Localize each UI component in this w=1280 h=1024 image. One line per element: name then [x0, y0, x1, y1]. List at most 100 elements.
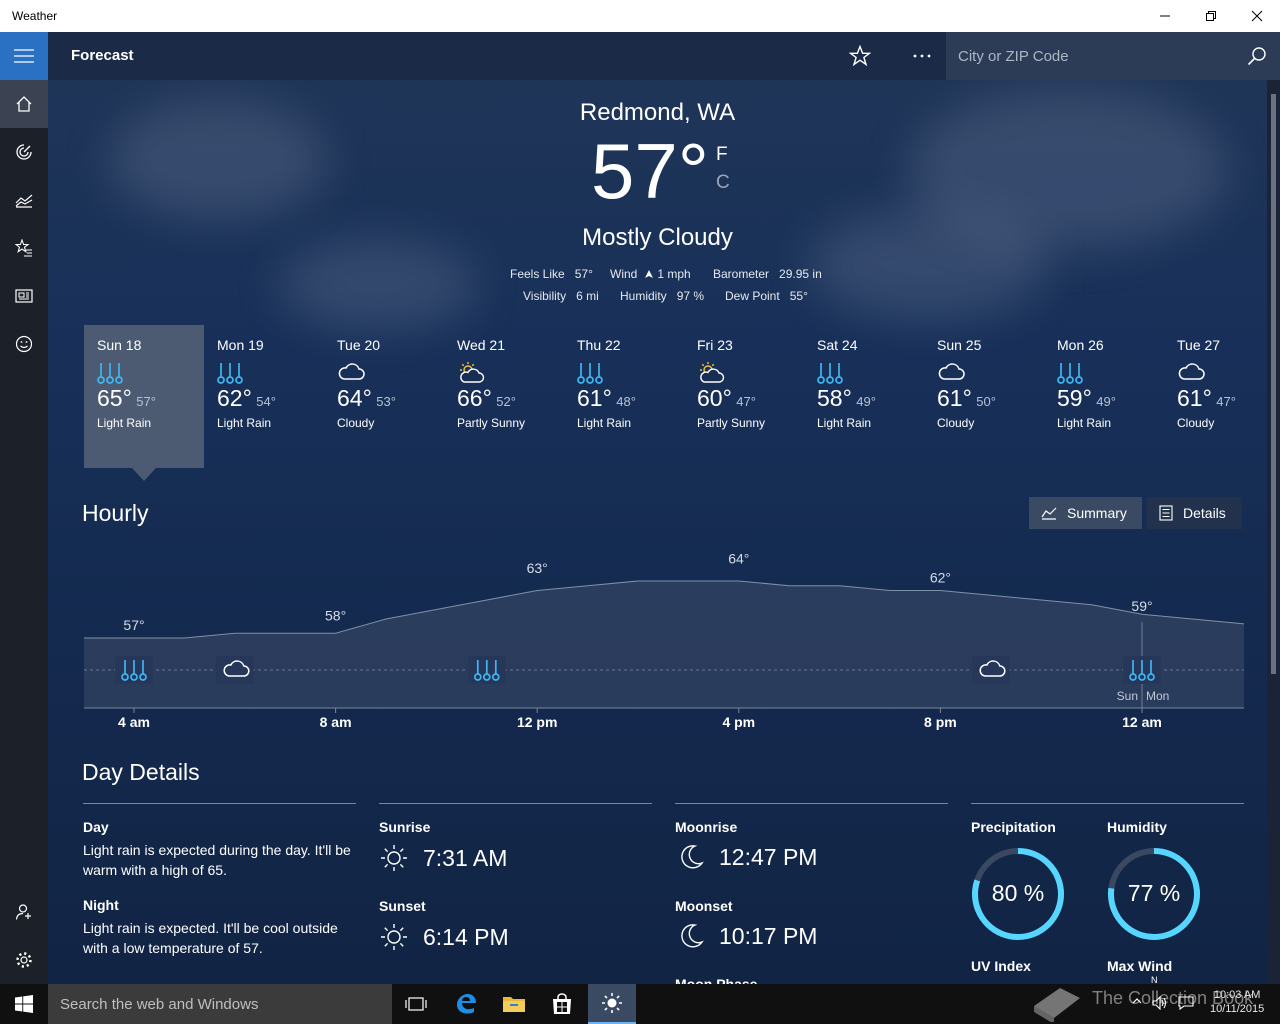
- hamburger-menu-button[interactable]: [0, 32, 48, 80]
- feels-like: Feels Like 57°: [510, 267, 593, 281]
- low-temp: 47°: [1216, 394, 1236, 409]
- day-condition: Light Rain: [1057, 416, 1112, 430]
- time-label: 4 pm: [722, 714, 756, 730]
- taskbar-search-input[interactable]: [48, 984, 392, 1024]
- day-name: Mon 26: [1057, 337, 1104, 353]
- title-bar: Weather: [0, 0, 1280, 32]
- news-icon: [15, 289, 33, 303]
- task-view-button[interactable]: [392, 984, 440, 1024]
- divider: [379, 803, 652, 804]
- store-button[interactable]: [538, 984, 586, 1024]
- rain-icon: [467, 656, 506, 684]
- star-icon: [849, 45, 871, 67]
- day-name: Sun 25: [937, 337, 982, 353]
- rain-icon: [115, 656, 153, 684]
- nav-rail: [0, 32, 48, 984]
- page-title: Forecast: [71, 47, 134, 64]
- day-forecast-4[interactable]: Thu 22 61° 48° Light Rain: [564, 325, 684, 468]
- scrollbar-thumb[interactable]: [1271, 94, 1276, 674]
- low-temp: 50°: [976, 394, 996, 409]
- unit-fahrenheit[interactable]: F: [716, 144, 728, 166]
- day-forecast-9[interactable]: Tue 27 61° 47° Cloudy: [1164, 325, 1267, 468]
- moonset-time: 10:17 PM: [719, 922, 818, 949]
- restore-button[interactable]: [1188, 0, 1234, 32]
- more-icon: [913, 54, 931, 58]
- high-temp: 59°: [1057, 385, 1092, 411]
- sunset: 6:14 PM: [379, 922, 509, 952]
- day-forecast-7[interactable]: Sun 25 61° 50° Cloudy: [924, 325, 1044, 468]
- current-condition: Mostly Cloudy: [582, 224, 733, 251]
- clock[interactable]: 10:03 AM 10/11/2015: [1210, 988, 1264, 1016]
- location-name: Redmond, WA: [579, 99, 736, 126]
- day-condition: Light Rain: [97, 416, 152, 430]
- details-tab[interactable]: Details: [1147, 497, 1242, 529]
- edge-browser-button[interactable]: [442, 984, 490, 1024]
- book-watermark-icon: [1034, 988, 1080, 1022]
- nav-maps[interactable]: [0, 128, 48, 176]
- moon-phase-label: Moon Phase: [675, 976, 758, 984]
- favorite-button[interactable]: [842, 44, 878, 68]
- hourly-temp-label: 59°: [1131, 598, 1152, 614]
- high-temp: 61°: [577, 385, 612, 411]
- day-label: Day: [83, 819, 109, 835]
- high-temp: 65°: [97, 385, 132, 411]
- more-options-button[interactable]: [902, 44, 942, 68]
- weather-app-button[interactable]: [588, 984, 636, 1024]
- day-icon: [817, 361, 924, 385]
- low-temp: 57°: [136, 394, 156, 409]
- high-temp: 58°: [817, 385, 852, 411]
- nav-feedback[interactable]: [0, 320, 48, 368]
- wind-direction-icon: [645, 270, 654, 278]
- day-forecast-0[interactable]: Sun 18 65° 57° Light Rain: [84, 325, 204, 468]
- day-icon: [97, 361, 204, 385]
- moonrise-label: Moonrise: [675, 819, 738, 835]
- day-forecast-2[interactable]: Tue 20 64° 53° Cloudy: [324, 325, 444, 468]
- cloud-icon: [971, 656, 1010, 684]
- low-temp: 48°: [616, 394, 636, 409]
- night-description: Light rain is expected. It'll be cool ou…: [83, 920, 338, 956]
- max-wind-label: Max Wind: [1107, 958, 1173, 974]
- nav-places[interactable]: [0, 224, 48, 272]
- dew-point-label: Dew Point: [725, 289, 780, 303]
- visibility-label: Visibility: [523, 289, 567, 303]
- dew-point-value: 55°: [789, 289, 808, 303]
- day-forecast-5[interactable]: Fri 23 60° 47° Partly Sunny: [684, 325, 804, 468]
- start-button[interactable]: [0, 984, 48, 1024]
- chevron-up-icon[interactable]: [1132, 996, 1142, 1006]
- precipitation-value: 80 %: [991, 880, 1045, 906]
- precipitation-gauge: 80 %: [971, 847, 1065, 941]
- search-button[interactable]: [1242, 44, 1272, 68]
- search-input[interactable]: [946, 32, 1236, 80]
- day-forecast-3[interactable]: Wed 21 66° 52° Partly Sunny: [444, 325, 564, 468]
- restore-icon: [1206, 11, 1216, 21]
- unit-celsius[interactable]: C: [716, 172, 730, 194]
- file-explorer-button[interactable]: [490, 984, 538, 1024]
- summary-tab[interactable]: Summary: [1029, 497, 1142, 529]
- day-forecast-8[interactable]: Mon 26 59° 49° Light Rain: [1044, 325, 1164, 468]
- close-button[interactable]: [1234, 0, 1280, 32]
- nav-forecast[interactable]: [0, 80, 48, 128]
- day-name: Sun 18: [97, 337, 142, 353]
- day-forecast-6[interactable]: Sat 24 58° 49° Light Rain: [804, 325, 924, 468]
- day-icon: [337, 361, 444, 385]
- low-temp: 47°: [736, 394, 756, 409]
- rain-icon: [1123, 656, 1161, 684]
- high-temp: 60°: [697, 385, 732, 411]
- account-button[interactable]: [0, 888, 48, 936]
- day-icon: [1177, 361, 1267, 385]
- volume-icon[interactable]: [1152, 996, 1168, 1010]
- windows-logo-icon: [15, 995, 33, 1013]
- nav-historical[interactable]: [0, 176, 48, 224]
- time-label: 12 pm: [516, 714, 558, 730]
- day-break-label: Mon: [1146, 689, 1169, 703]
- hourly-chart: 57° 58° 63° 64° 62° 59° Sun Mon: [84, 551, 1244, 713]
- vertical-scrollbar[interactable]: [1267, 80, 1280, 984]
- smiley-icon: [15, 335, 33, 353]
- notification-icon[interactable]: [1178, 996, 1194, 1010]
- humidity: Humidity 97 %: [620, 289, 704, 303]
- hourly-title: Hourly: [82, 500, 149, 526]
- minimize-button[interactable]: [1142, 0, 1188, 32]
- day-forecast-1[interactable]: Mon 19 62° 54° Light Rain: [204, 325, 324, 468]
- settings-button[interactable]: [0, 936, 48, 984]
- nav-news[interactable]: [0, 272, 48, 320]
